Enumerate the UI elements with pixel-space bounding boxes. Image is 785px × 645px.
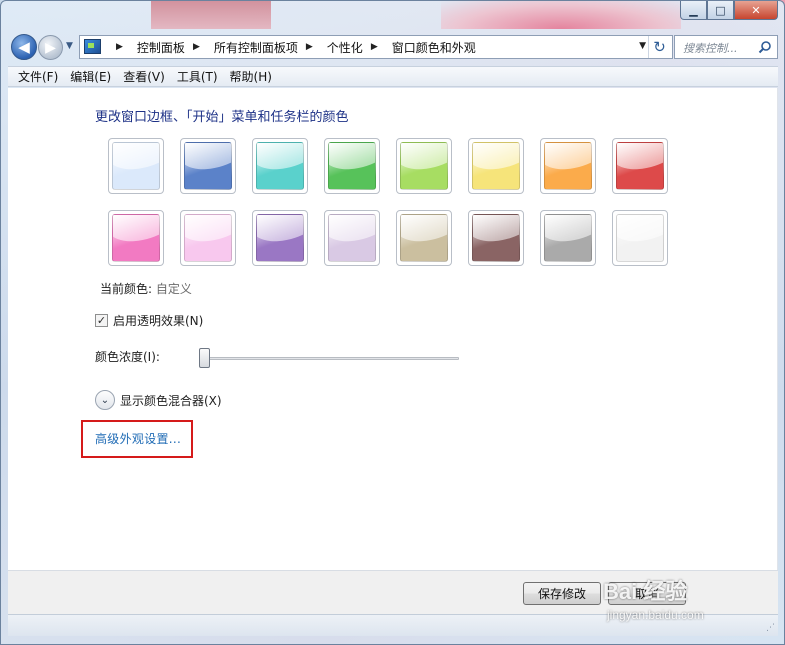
color-intensity-label: 颜色浓度(I): — [95, 350, 160, 364]
color-swatch-fill — [616, 142, 664, 190]
maximize-button[interactable]: □ — [707, 1, 734, 20]
color-swatch[interactable] — [252, 138, 308, 194]
color-intensity-slider-thumb[interactable] — [199, 348, 210, 368]
desktop-background-detail — [151, 1, 271, 29]
panel-border — [777, 88, 778, 570]
menu-edit[interactable]: 编辑(E) — [64, 68, 117, 85]
breadcrumb-personalization[interactable]: 个性化 — [327, 39, 363, 56]
resize-grip-icon[interactable]: ⋰ — [766, 623, 775, 633]
color-swatch-fill — [112, 214, 160, 262]
button-bar: 保存修改 取消 — [8, 570, 778, 614]
refresh-icon[interactable]: ↻ — [648, 36, 670, 58]
transparency-label[interactable]: 启用透明效果(N) — [113, 312, 203, 329]
back-button[interactable]: ◀ — [11, 34, 37, 60]
color-intensity-slider[interactable] — [203, 357, 459, 360]
recent-pages-icon[interactable]: ▼ — [66, 41, 73, 51]
search-input[interactable]: 搜索控制... — [683, 40, 738, 56]
search-box[interactable]: 搜索控制... — [674, 35, 778, 59]
color-swatch[interactable] — [612, 138, 668, 194]
breadcrumb-separator-icon[interactable]: ▶ — [306, 42, 313, 52]
save-changes-button[interactable]: 保存修改 — [523, 582, 601, 605]
breadcrumb-separator-icon[interactable]: ▶ — [116, 42, 123, 52]
color-swatch[interactable] — [180, 138, 236, 194]
color-swatch[interactable] — [540, 210, 596, 266]
close-button[interactable]: ✕ — [734, 1, 778, 20]
color-swatch[interactable] — [396, 210, 452, 266]
current-color-label: 当前颜色: — [100, 282, 153, 296]
color-swatch-fill — [616, 214, 664, 262]
forward-button[interactable]: ▶ — [38, 35, 63, 60]
status-bar: ⋰ — [8, 614, 778, 636]
transparency-checkbox[interactable]: ✓ — [95, 314, 108, 327]
color-swatch-fill — [544, 142, 592, 190]
desktop-background-detail — [441, 1, 681, 29]
color-swatch-fill — [184, 142, 232, 190]
color-swatch[interactable] — [396, 138, 452, 194]
color-swatch-fill — [400, 214, 448, 262]
breadcrumb: ▶ 控制面板 ▶ 所有控制面板项 ▶ 个性化 ▶ 窗口颜色和外观 — [108, 36, 476, 58]
menu-bar: 文件(F) 编辑(E) 查看(V) 工具(T) 帮助(H) — [8, 66, 778, 87]
breadcrumb-control-panel[interactable]: 控制面板 — [137, 39, 185, 56]
page-title: 更改窗口边框、「开始」菜单和任务栏的颜色 — [95, 110, 349, 125]
content-panel: 更改窗口边框、「开始」菜单和任务栏的颜色 当前颜色: 自定义 ✓ 启用透明效果(… — [8, 88, 778, 570]
breadcrumb-window-color[interactable]: 窗口颜色和外观 — [392, 39, 476, 56]
color-swatch[interactable] — [468, 210, 524, 266]
navigation-bar: ◀ ▶ ▼ ▶ 控制面板 ▶ 所有控制面板项 ▶ 个性化 ▶ 窗口颜色和外观 ▼… — [8, 32, 778, 60]
address-bar[interactable]: ▶ 控制面板 ▶ 所有控制面板项 ▶ 个性化 ▶ 窗口颜色和外观 ▼ ↻ — [79, 35, 673, 59]
color-swatch-fill — [112, 142, 160, 190]
current-color-info: 当前颜色: 自定义 — [100, 280, 192, 297]
search-icon[interactable] — [758, 40, 772, 54]
color-swatch[interactable] — [612, 210, 668, 266]
minimize-button[interactable]: ▁ — [680, 1, 707, 20]
color-swatch-fill — [184, 214, 232, 262]
color-mixer-label[interactable]: 显示颜色混合器(X) — [120, 392, 222, 409]
chevron-down-icon[interactable]: ⌄ — [95, 390, 115, 410]
color-swatch[interactable] — [108, 210, 164, 266]
menu-file[interactable]: 文件(F) — [12, 68, 64, 85]
address-dropdown-icon[interactable]: ▼ — [639, 41, 646, 51]
color-swatch-fill — [400, 142, 448, 190]
color-swatch[interactable] — [468, 138, 524, 194]
color-swatch[interactable] — [180, 210, 236, 266]
color-swatch-fill — [544, 214, 592, 262]
cancel-button[interactable]: 取消 — [608, 582, 686, 605]
menu-help[interactable]: 帮助(H) — [224, 68, 278, 85]
color-swatch[interactable] — [540, 138, 596, 194]
color-swatch-fill — [256, 214, 304, 262]
breadcrumb-separator-icon[interactable]: ▶ — [371, 42, 378, 52]
highlight-annotation — [81, 420, 193, 458]
color-swatch[interactable] — [324, 210, 380, 266]
breadcrumb-separator-icon[interactable]: ▶ — [193, 42, 200, 52]
breadcrumb-all-items[interactable]: 所有控制面板项 — [214, 39, 298, 56]
color-mixer-toggle[interactable]: ⌄ 显示颜色混合器(X) — [95, 390, 222, 410]
color-swatch[interactable] — [324, 138, 380, 194]
menu-tools[interactable]: 工具(T) — [171, 68, 224, 85]
color-swatch-fill — [256, 142, 304, 190]
transparency-option[interactable]: ✓ 启用透明效果(N) — [95, 312, 203, 329]
current-color-value: 自定义 — [155, 282, 192, 296]
caption-buttons: ▁ □ ✕ — [680, 1, 778, 21]
color-swatch-fill — [472, 214, 520, 262]
color-swatch[interactable] — [108, 138, 164, 194]
color-swatch-fill — [328, 142, 376, 190]
color-swatch-fill — [328, 214, 376, 262]
color-swatch-fill — [472, 142, 520, 190]
control-panel-icon — [84, 39, 101, 54]
menu-view[interactable]: 查看(V) — [117, 68, 171, 85]
color-swatch[interactable] — [252, 210, 308, 266]
